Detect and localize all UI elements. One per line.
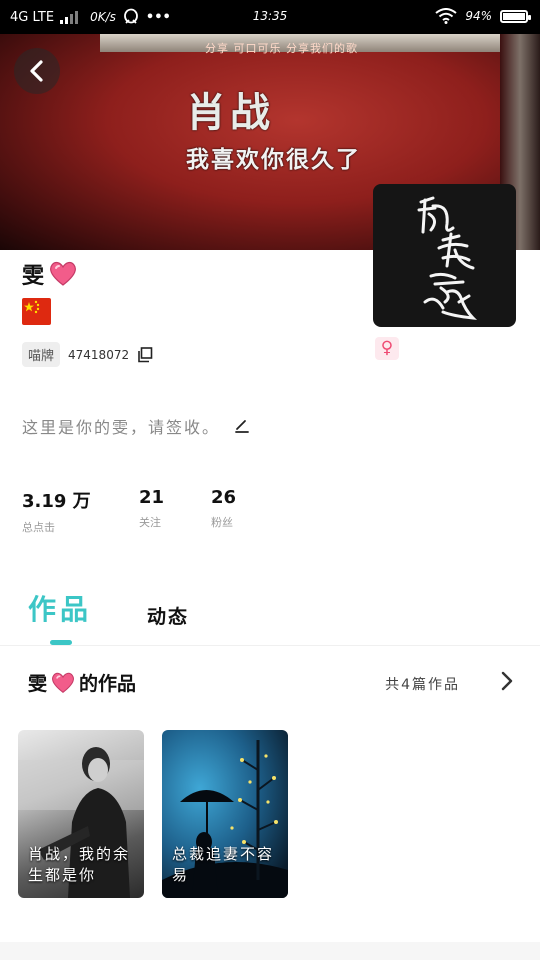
status-bar: 4G LTE 0K/s ••• 13:35 94% bbox=[0, 0, 540, 34]
profile-tabs: 作品 动态 bbox=[0, 588, 540, 646]
stat-label: 总点击 bbox=[22, 521, 55, 534]
heart-icon bbox=[52, 672, 74, 693]
cover-brand-text: 分享 可口可乐 分享我们的歌 bbox=[205, 42, 358, 55]
active-tab-indicator bbox=[50, 640, 72, 645]
tab-moments[interactable]: 动态 bbox=[147, 602, 189, 629]
battery-icon bbox=[500, 9, 531, 23]
tab-works[interactable]: 作品 bbox=[28, 588, 93, 645]
stat-value: 3.19 万 bbox=[22, 491, 91, 512]
works-owner: 雯 bbox=[28, 673, 48, 695]
works-title-suffix: 的作品 bbox=[79, 673, 137, 695]
back-button[interactable] bbox=[14, 48, 60, 94]
work-title: 总裁追妻不容易 bbox=[172, 845, 275, 884]
avatar[interactable] bbox=[373, 184, 516, 327]
tab-works-label: 作品 bbox=[28, 593, 93, 626]
flag-stars bbox=[24, 300, 40, 314]
status-right: 94% bbox=[435, 8, 531, 24]
user-id-row: 喵牌 47418072 bbox=[22, 342, 153, 367]
battery-percent: 94% bbox=[465, 9, 492, 23]
user-id: 47418072 bbox=[68, 347, 130, 362]
heart-icon bbox=[50, 261, 76, 286]
chevron-left-icon bbox=[30, 60, 43, 82]
stat-total-clicks[interactable]: 3.19 万 总点击 bbox=[22, 487, 91, 535]
china-flag-icon bbox=[22, 298, 51, 325]
signature-text: 这里是你的雯，请签收。 bbox=[22, 418, 221, 437]
edit-icon[interactable] bbox=[234, 418, 250, 434]
work-card[interactable]: 肖战，我的余生都是你 bbox=[18, 730, 144, 898]
work-card[interactable]: 总裁追妻不容易 bbox=[162, 730, 288, 898]
gender-female-icon: ♀ bbox=[375, 337, 399, 360]
stat-label: 粉丝 bbox=[211, 516, 233, 529]
nickname-text: 雯 bbox=[22, 264, 45, 289]
id-tag: 喵牌 bbox=[22, 342, 61, 367]
cover-headline: 肖战 bbox=[186, 90, 274, 136]
stat-value: 26 bbox=[211, 487, 237, 508]
wifi-icon bbox=[435, 8, 457, 24]
avatar-calligraphy-art bbox=[417, 196, 478, 320]
chevron-right-icon[interactable] bbox=[500, 670, 514, 692]
works-count[interactable]: 共4篇作品 bbox=[385, 674, 460, 694]
work-title: 肖战，我的余生都是你 bbox=[28, 845, 131, 884]
cover-subline: 我喜欢你很久了 bbox=[186, 147, 361, 173]
bottom-divider bbox=[0, 942, 540, 960]
stat-label: 关注 bbox=[139, 516, 161, 529]
copy-icon[interactable] bbox=[137, 346, 153, 363]
works-section-title: 雯 的作品 bbox=[28, 669, 136, 696]
stat-followers[interactable]: 26 粉丝 bbox=[211, 487, 236, 530]
nickname: 雯 bbox=[22, 258, 78, 290]
stat-value: 21 bbox=[139, 487, 165, 508]
signature-row[interactable]: 这里是你的雯，请签收。 bbox=[22, 414, 250, 438]
stat-following[interactable]: 21 关注 bbox=[139, 487, 164, 530]
battery-value: 94 bbox=[465, 9, 481, 23]
